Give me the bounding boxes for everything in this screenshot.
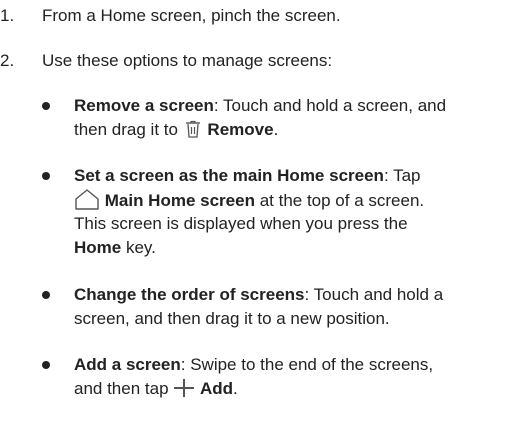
bullet-text: : Touch and hold a [304, 285, 444, 304]
bullet-text: and then tap [74, 379, 174, 398]
bullet-body: Add a screen: Swipe to the end of the sc… [74, 353, 510, 401]
bullet-title: Change the order of screens [74, 285, 305, 304]
bullet-body: Change the order of screens: Touch and h… [74, 283, 510, 331]
bullet-bold: Main Home screen [104, 191, 255, 210]
bullet-line: Change the order of screens: Touch and h… [74, 283, 510, 307]
bullet-text: . [233, 379, 238, 398]
bullet-line: Remove a screen: Touch and hold a screen… [74, 94, 510, 118]
bullet-dot [42, 102, 50, 110]
bullet-title: Remove a screen [74, 96, 214, 115]
bullet-title: Add a screen [74, 355, 181, 374]
bullet-title: Set a screen as the main Home screen [74, 166, 384, 185]
bullet-text: : Touch and hold a screen, and [213, 96, 447, 115]
trash-icon [183, 119, 203, 146]
bullet-bold: Remove [207, 120, 274, 139]
bullet-body: Set a screen as the main Home screen: Ta… [74, 164, 510, 260]
plus-icon [173, 378, 195, 405]
bullet-bold: Home [74, 238, 122, 257]
bullet-line: Home key. [74, 236, 510, 260]
bullet-text: : Swipe to the end of the screens, [180, 355, 434, 374]
bullet-line: This screen is displayed when you press … [74, 214, 408, 233]
bullet-line: Add a screen: Swipe to the end of the sc… [74, 353, 510, 377]
bullet-text: key. [121, 238, 156, 257]
step-number: 2. [0, 51, 15, 70]
bullet-dot [42, 172, 50, 180]
bullet-bold: Add [200, 379, 234, 398]
bullet-line: and then tap Add. [74, 377, 510, 401]
step-text: From a Home screen, pinch the screen. [42, 6, 341, 25]
bullet-text: : Tap [383, 166, 421, 185]
step-number: 1. [0, 6, 15, 25]
bullet-text: then drag it to [74, 120, 183, 139]
bullet-dot [42, 291, 50, 299]
bullet-line: then drag it to Remove. [74, 118, 510, 142]
bullet-dot [42, 361, 50, 369]
bullet-line: Main Home screen at the top of a screen. [74, 188, 510, 212]
step-text: Use these options to manage screens: [42, 51, 333, 70]
bullet-line: screen, and then drag it to a new positi… [74, 309, 390, 328]
bullet-body: Remove a screen: Touch and hold a screen… [74, 94, 510, 142]
bullet-text: . [273, 120, 279, 139]
instructions-page: 1. From a Home screen, pinch the screen.… [0, 0, 516, 421]
bullet-text: at the top of a screen. [254, 191, 425, 210]
bullet-line: Set a screen as the main Home screen: Ta… [74, 164, 510, 188]
